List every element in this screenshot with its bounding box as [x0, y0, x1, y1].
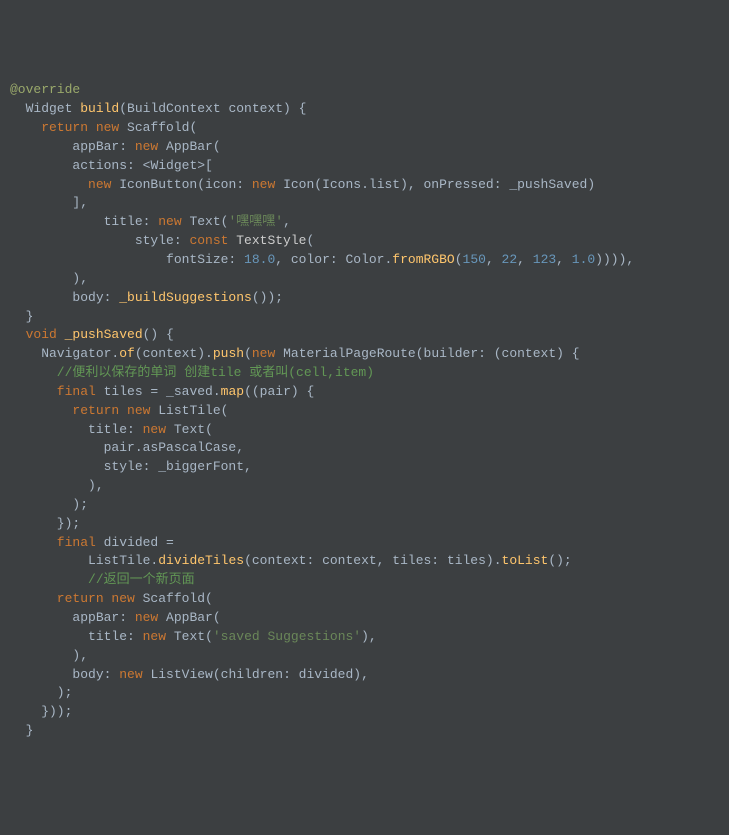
annotation-override: @override [10, 82, 80, 97]
code-line: body: new ListView(children: divided), [10, 667, 369, 682]
code-line: fontSize: 18.0, color: Color.fromRGBO(15… [10, 252, 634, 267]
code-line: return new ListTile( [10, 403, 228, 418]
code-line: ListTile.divideTiles(context: context, t… [10, 553, 572, 568]
code-line: ); [10, 685, 72, 700]
code-line: ), [10, 478, 104, 493]
code-line: actions: <Widget>[ [10, 158, 213, 173]
code-line: //返回一个新页面 [10, 572, 195, 587]
code-line: return new Scaffold( [10, 120, 197, 135]
code-line: }); [10, 516, 80, 531]
code-line: appBar: new AppBar( [10, 610, 221, 625]
code-line: final tiles = _saved.map((pair) { [10, 384, 314, 399]
code-line: })); [10, 704, 72, 719]
code-line: } [10, 309, 33, 324]
code-line: title: new Text( [10, 422, 213, 437]
code-line: new IconButton(icon: new Icon(Icons.list… [10, 177, 595, 192]
code-line: ], [10, 195, 88, 210]
code-line: body: _buildSuggestions()); [10, 290, 283, 305]
code-line: title: new Text('saved Suggestions'), [10, 629, 377, 644]
code-editor[interactable]: @override Widget build(BuildContext cont… [10, 81, 719, 741]
code-line: return new Scaffold( [10, 591, 213, 606]
code-line: title: new Text('嘿嘿嘿', [10, 214, 291, 229]
code-line: style: _biggerFont, [10, 459, 252, 474]
code-line: ), [10, 271, 88, 286]
code-line: //便利以保存的单词 创建tile 或者叫(cell,item) [10, 365, 374, 380]
code-line: appBar: new AppBar( [10, 139, 221, 154]
code-line: style: const TextStyle( [10, 233, 314, 248]
code-line: } [10, 723, 33, 738]
code-line: pair.asPascalCase, [10, 440, 244, 455]
code-line: ), [10, 648, 88, 663]
code-line: final divided = [10, 535, 174, 550]
code-line: ); [10, 497, 88, 512]
code-line: Widget build(BuildContext context) { [10, 101, 306, 116]
code-line: Navigator.of(context).push(new MaterialP… [10, 346, 580, 361]
code-line: void _pushSaved() { [10, 327, 174, 342]
